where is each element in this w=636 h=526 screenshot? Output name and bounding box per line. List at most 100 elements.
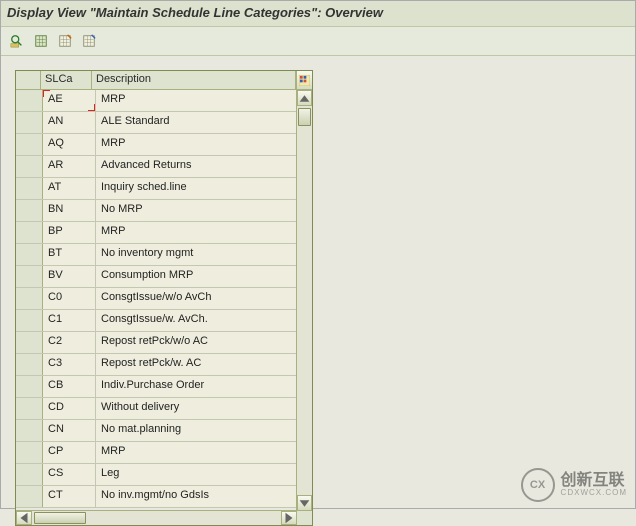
cell-slca[interactable]: CD <box>43 398 96 419</box>
row-selector[interactable] <box>16 376 43 397</box>
cell-slca[interactable]: BT <box>43 244 96 265</box>
cell-description[interactable]: Indiv.Purchase Order <box>96 376 312 397</box>
table-row[interactable]: ARAdvanced Returns <box>16 156 312 178</box>
scroll-track[interactable] <box>297 106 312 495</box>
cell-description[interactable]: Repost retPck/w/o AC <box>96 332 312 353</box>
page-title: Display View "Maintain Schedule Line Cat… <box>1 1 635 26</box>
cell-description[interactable]: Advanced Returns <box>96 156 312 177</box>
row-selector[interactable] <box>16 420 43 441</box>
table-row[interactable]: AQMRP <box>16 134 312 156</box>
cell-description[interactable]: No mat.planning <box>96 420 312 441</box>
cell-description[interactable]: Inquiry sched.line <box>96 178 312 199</box>
table-settings-icon[interactable] <box>296 71 312 89</box>
deselect-all-icon[interactable] <box>55 31 75 51</box>
row-selector[interactable] <box>16 156 43 177</box>
cell-description[interactable]: Without delivery <box>96 398 312 419</box>
table-row[interactable]: CPMRP <box>16 442 312 464</box>
grid-body: AEMRPANALE StandardAQMRPARAdvanced Retur… <box>16 90 312 508</box>
vertical-scrollbar[interactable] <box>296 90 312 511</box>
cell-slca[interactable]: BN <box>43 200 96 221</box>
cell-description[interactable]: ConsgtIssue/w. AvCh. <box>96 310 312 331</box>
row-selector[interactable] <box>16 288 43 309</box>
detail-icon[interactable] <box>7 31 27 51</box>
row-selector[interactable] <box>16 442 43 463</box>
table-row[interactable]: ATInquiry sched.line <box>16 178 312 200</box>
row-selector[interactable] <box>16 222 43 243</box>
scroll-right-icon[interactable] <box>281 511 297 525</box>
row-selector[interactable] <box>16 266 43 287</box>
row-selector[interactable] <box>16 354 43 375</box>
cell-slca[interactable]: AQ <box>43 134 96 155</box>
cell-slca[interactable]: AT <box>43 178 96 199</box>
row-selector[interactable] <box>16 398 43 419</box>
cell-slca[interactable]: CB <box>43 376 96 397</box>
cell-description[interactable]: Consumption MRP <box>96 266 312 287</box>
scroll-up-icon[interactable] <box>297 90 312 106</box>
row-selector[interactable] <box>16 112 43 133</box>
cell-slca[interactable]: C1 <box>43 310 96 331</box>
table-row[interactable]: BNNo MRP <box>16 200 312 222</box>
table-row[interactable]: CNNo mat.planning <box>16 420 312 442</box>
cell-slca[interactable]: C2 <box>43 332 96 353</box>
cell-slca[interactable]: AE <box>43 90 96 111</box>
row-selector[interactable] <box>16 90 43 111</box>
col-header-description[interactable]: Description <box>92 71 296 89</box>
table-row[interactable]: AEMRP <box>16 90 312 112</box>
row-selector[interactable] <box>16 332 43 353</box>
table-row[interactable]: CDWithout delivery <box>16 398 312 420</box>
table-row[interactable]: C3Repost retPck/w. AC <box>16 354 312 376</box>
row-selector[interactable] <box>16 244 43 265</box>
schedule-line-grid: SLCa Description AEMRPANALE StandardAQMR… <box>15 70 313 526</box>
cell-slca[interactable]: BV <box>43 266 96 287</box>
app-toolbar <box>1 26 635 56</box>
cell-slca[interactable]: C3 <box>43 354 96 375</box>
grid-header: SLCa Description <box>16 71 312 90</box>
cell-slca[interactable]: CP <box>43 442 96 463</box>
cell-description[interactable]: No MRP <box>96 200 312 221</box>
horizontal-scrollbar[interactable] <box>16 510 297 525</box>
scroll-thumb[interactable] <box>298 108 311 126</box>
row-selector[interactable] <box>16 178 43 199</box>
cell-description[interactable]: No inventory mgmt <box>96 244 312 265</box>
table-row[interactable]: C2Repost retPck/w/o AC <box>16 332 312 354</box>
scroll-left-icon[interactable] <box>16 511 32 525</box>
cell-description[interactable]: MRP <box>96 442 312 463</box>
cell-slca[interactable]: AR <box>43 156 96 177</box>
print-icon[interactable] <box>79 31 99 51</box>
cell-slca[interactable]: AN <box>43 112 96 133</box>
col-header-slca[interactable]: SLCa <box>41 71 92 89</box>
table-row[interactable]: BTNo inventory mgmt <box>16 244 312 266</box>
row-selector[interactable] <box>16 486 43 507</box>
hscroll-thumb[interactable] <box>34 512 86 524</box>
cell-description[interactable]: MRP <box>96 134 312 155</box>
row-selector[interactable] <box>16 464 43 485</box>
select-all-icon[interactable] <box>31 31 51 51</box>
table-row[interactable]: CBIndiv.Purchase Order <box>16 376 312 398</box>
cell-slca[interactable]: CN <box>43 420 96 441</box>
table-row[interactable]: BVConsumption MRP <box>16 266 312 288</box>
cell-slca[interactable]: CT <box>43 486 96 507</box>
cell-slca[interactable]: CS <box>43 464 96 485</box>
row-selector[interactable] <box>16 134 43 155</box>
page-title-text: Display View "Maintain Schedule Line Cat… <box>7 5 383 20</box>
cell-description[interactable]: Repost retPck/w. AC <box>96 354 312 375</box>
cell-slca[interactable]: C0 <box>43 288 96 309</box>
table-row[interactable]: ANALE Standard <box>16 112 312 134</box>
table-row[interactable]: BPMRP <box>16 222 312 244</box>
table-row[interactable]: CTNo inv.mgmt/no GdsIs <box>16 486 312 508</box>
row-selector-header[interactable] <box>16 71 41 89</box>
scroll-corner <box>296 510 312 525</box>
table-row[interactable]: C1ConsgtIssue/w. AvCh. <box>16 310 312 332</box>
table-row[interactable]: C0ConsgtIssue/w/o AvCh <box>16 288 312 310</box>
row-selector[interactable] <box>16 200 43 221</box>
row-selector[interactable] <box>16 310 43 331</box>
cell-slca[interactable]: BP <box>43 222 96 243</box>
cell-description[interactable]: No inv.mgmt/no GdsIs <box>96 486 312 507</box>
cell-description[interactable]: MRP <box>96 90 312 111</box>
hscroll-track[interactable] <box>32 511 281 525</box>
cell-description[interactable]: ALE Standard <box>96 112 312 133</box>
cell-description[interactable]: Leg <box>96 464 312 485</box>
table-row[interactable]: CSLeg <box>16 464 312 486</box>
cell-description[interactable]: MRP <box>96 222 312 243</box>
cell-description[interactable]: ConsgtIssue/w/o AvCh <box>96 288 312 309</box>
